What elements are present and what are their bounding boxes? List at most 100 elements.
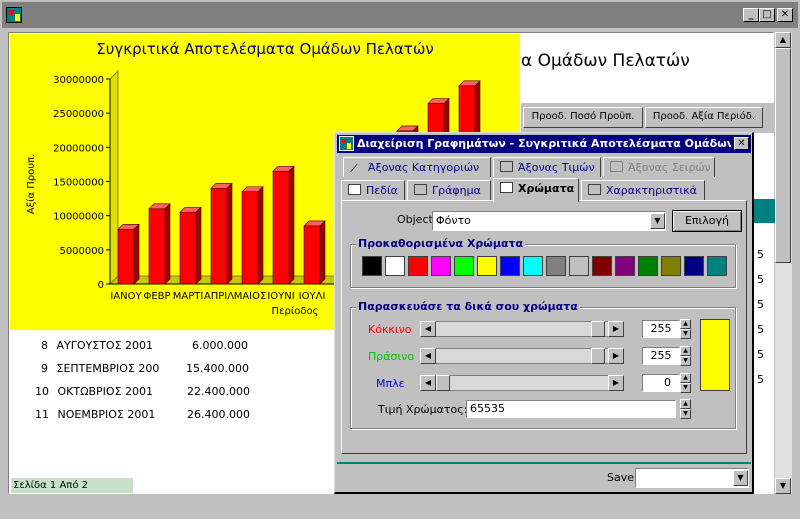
color-swatch[interactable]: [638, 256, 658, 276]
red-value[interactable]: 255: [642, 320, 680, 338]
column-header-period[interactable]: Προοδ. Αξία Περιόδ.: [645, 107, 763, 128]
tab-fields[interactable]: Πεδία: [341, 180, 405, 200]
series-axis-icon: [610, 161, 623, 172]
dialog-title-bar[interactable]: Διαχείριση Γραφημάτων - Συγκριτικά Αποτε…: [337, 135, 751, 153]
x-tick-label: ΜΑΙΟΣ: [234, 291, 267, 302]
slider-right-button[interactable]: ▶: [608, 348, 624, 364]
y-tick-label: 30000000: [53, 75, 104, 86]
right-digit: 5: [757, 273, 764, 286]
bar: [272, 170, 290, 285]
row-month: ΣΕΠΤΕΜΒΡΙΟΣ 200: [56, 362, 160, 375]
row-value: 26.400.000: [187, 408, 250, 421]
slider-right-button[interactable]: ▶: [608, 375, 624, 391]
color-swatch[interactable]: [661, 256, 681, 276]
axis-icon: ⟋: [350, 163, 363, 175]
bar: [148, 208, 166, 285]
row-number: 10: [35, 385, 49, 398]
selected-row-strip: [751, 199, 775, 223]
color-swatch[interactable]: [362, 256, 382, 276]
green-spinner[interactable]: ▲ ▼: [680, 346, 691, 366]
bar: [241, 191, 259, 285]
color-swatch[interactable]: [431, 256, 451, 276]
green-value[interactable]: 255: [642, 347, 680, 365]
color-value-field[interactable]: 65535: [466, 400, 676, 418]
main-vertical-scrollbar[interactable]: ▲ ▼: [775, 32, 792, 494]
tab-colors[interactable]: Χρώματα: [493, 178, 579, 202]
x-axis-label: Περίοδος: [272, 305, 319, 317]
color-value-spinner[interactable]: ▲ ▼: [680, 399, 691, 419]
color-swatch[interactable]: [684, 256, 704, 276]
color-swatch[interactable]: [408, 256, 428, 276]
slider-thumb[interactable]: [591, 321, 605, 337]
chart-manager-dialog: Διαχείριση Γραφημάτων - Συγκριτικά Αποτε…: [334, 132, 754, 494]
color-swatch[interactable]: [523, 256, 543, 276]
maximize-button[interactable]: □: [759, 8, 775, 22]
slider-left-button[interactable]: ◀: [420, 321, 436, 337]
chevron-down-icon[interactable]: ▼: [733, 470, 748, 486]
row-month: ΟΚΤΩΒΡΙΟΣ 2001: [57, 385, 154, 398]
main-title-bar[interactable]: _ □ ✕: [2, 2, 798, 28]
green-label: Πράσινο: [368, 350, 415, 363]
minimize-button[interactable]: _: [743, 8, 759, 22]
color-swatch[interactable]: [615, 256, 635, 276]
bar-side: [164, 203, 171, 285]
color-swatch[interactable]: [546, 256, 566, 276]
tab-category-axis[interactable]: ⟋ Άξονας Κατηγοριών: [343, 157, 491, 177]
red-slider[interactable]: ◀ ▶: [420, 321, 624, 337]
x-tick-label: ΦΕΒΡ: [143, 291, 170, 302]
close-button[interactable]: ✕: [777, 8, 793, 22]
color-swatch[interactable]: [385, 256, 405, 276]
color-swatch[interactable]: [707, 256, 727, 276]
status-page-indicator: Σελίδα 1 Από 2: [11, 478, 133, 493]
column-header-budget[interactable]: Προοδ. Ποσό Προϋπ.: [523, 107, 643, 128]
slider-thumb[interactable]: [591, 348, 605, 364]
right-digit: 5: [757, 348, 764, 361]
color-value-label: Τιμή Χρώματος:: [378, 403, 468, 416]
preset-colors-label: Προκαθορισμένα Χρώματα: [356, 237, 526, 250]
x-tick-label: ΙΟΥΛΙ: [299, 291, 326, 302]
chevron-down-icon[interactable]: ▼: [650, 213, 665, 229]
row-value: 6.000.000: [192, 339, 248, 352]
table-row: 11 ΝΟΕΜΒΡΙΟΣ 2001 26.400.000: [35, 408, 250, 421]
slider-right-button[interactable]: ▶: [608, 321, 624, 337]
tab-value-axis[interactable]: Άξονας Τιμών: [493, 157, 601, 177]
select-button[interactable]: Επιλογή: [672, 210, 742, 232]
dialog-close-button[interactable]: ✕: [734, 137, 749, 150]
bar: [117, 229, 135, 285]
save-select[interactable]: ▼: [635, 468, 749, 488]
right-digit: 5: [757, 298, 764, 311]
tab-properties[interactable]: Χαρακτηριστικά: [581, 180, 705, 200]
color-swatch[interactable]: [477, 256, 497, 276]
dialog-separator: [337, 462, 751, 464]
colors-tab-page: Object Φόντο ▼ Επιλογή Προκαθορισμένα Χρ…: [341, 200, 747, 454]
red-label: Κόκκινο: [368, 323, 412, 336]
slider-left-button[interactable]: ◀: [420, 375, 436, 391]
chart-icon: [414, 184, 427, 195]
red-spinner[interactable]: ▲ ▼: [680, 319, 691, 339]
green-slider[interactable]: ◀ ▶: [420, 348, 624, 364]
blue-slider[interactable]: ◀ ▶: [420, 375, 624, 391]
bar-side: [195, 206, 202, 285]
y-tick-label: 5000000: [59, 246, 104, 257]
object-label: Object: [397, 213, 433, 226]
right-digit: 5: [757, 373, 764, 386]
table-row: 10 ΟΚΤΩΒΡΙΟΣ 2001 22.400.000: [35, 385, 250, 398]
color-swatch[interactable]: [454, 256, 474, 276]
tab-series-axis[interactable]: Άξονας Σειρών: [603, 157, 715, 177]
object-select[interactable]: Φόντο ▼: [432, 211, 666, 231]
dialog-title: Διαχείριση Γραφημάτων - Συγκριτικά Αποτε…: [357, 137, 731, 150]
color-swatch[interactable]: [569, 256, 589, 276]
slider-thumb[interactable]: [436, 375, 450, 391]
color-swatch[interactable]: [500, 256, 520, 276]
custom-colors-label: Παρασκευάσε τα δικά σου χρώματα: [356, 300, 580, 313]
scroll-up-button[interactable]: ▲: [775, 32, 791, 48]
color-swatch[interactable]: [592, 256, 612, 276]
bar-side: [319, 220, 326, 285]
scroll-thumb[interactable]: [775, 48, 791, 263]
tab-chart[interactable]: Γράφημα: [407, 180, 491, 200]
blue-spinner[interactable]: ▲ ▼: [680, 373, 691, 393]
slider-left-button[interactable]: ◀: [420, 348, 436, 364]
blue-value[interactable]: 0: [642, 374, 680, 392]
row-month: ΑΥΓΟΥΣΤΟΣ 2001: [56, 339, 154, 352]
scroll-down-button[interactable]: ▼: [775, 478, 791, 494]
